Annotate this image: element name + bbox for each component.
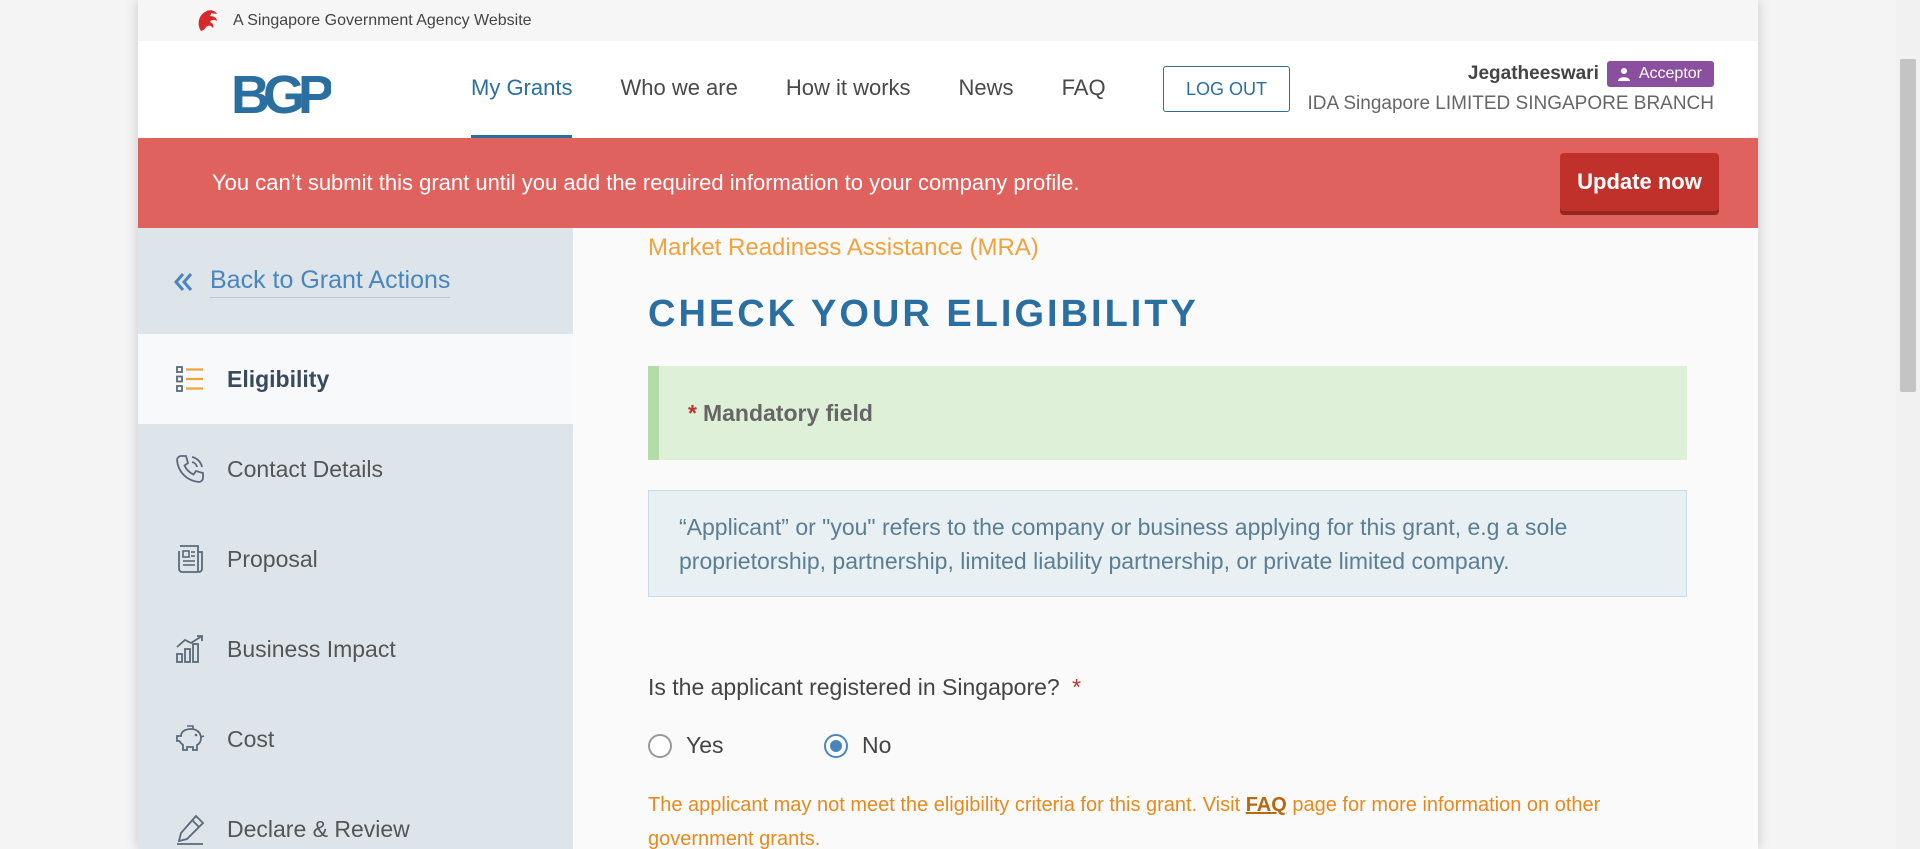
singapore-lion-icon <box>198 9 217 31</box>
bgp-logo[interactable]: BGP <box>231 67 331 119</box>
sidebar-item-cost[interactable]: Cost <box>138 694 573 784</box>
back-link-label: Back to Grant Actions <box>210 266 451 298</box>
nav-who-we-are[interactable]: Who we are <box>620 41 737 138</box>
required-asterisk: * <box>1072 674 1082 700</box>
sidebar-item-label: Declare & Review <box>227 815 410 842</box>
radio-no[interactable] <box>824 733 848 758</box>
role-label: Acceptor <box>1638 65 1702 82</box>
radio-option-yes[interactable]: Yes <box>648 732 824 759</box>
double-chevron-left-icon <box>174 273 193 291</box>
sidebar-item-business-impact[interactable]: Business Impact <box>138 604 573 694</box>
bar-chart-icon <box>176 635 203 663</box>
profile-alert: You can’t submit this grant until you ad… <box>138 138 1758 228</box>
pen-icon <box>177 814 205 845</box>
eligibility-warning: The applicant may not meet the eligibili… <box>648 788 1608 849</box>
logout-button[interactable]: LOG OUT <box>1163 66 1290 112</box>
update-now-button[interactable]: Update now <box>1560 153 1719 211</box>
mandatory-label: Mandatory field <box>702 399 873 426</box>
sidebar-item-label: Proposal <box>227 545 318 572</box>
main-nav: My Grants Who we are How it works News F… <box>471 41 1154 138</box>
page: A Singapore Government Agency Website BG… <box>138 0 1758 849</box>
radio-yes[interactable] <box>648 733 672 758</box>
radio-label-no: No <box>862 732 892 758</box>
nav-news[interactable]: News <box>959 41 1014 138</box>
sidebar-item-contact-details[interactable]: Contact Details <box>138 424 573 514</box>
sidebar-item-label: Eligibility <box>227 365 330 392</box>
grant-sidebar: Back to Grant Actions Eligibility Contac… <box>138 228 573 849</box>
user-info: Jegatheeswari Acceptor IDA Singapore LIM… <box>1307 61 1714 115</box>
page-scrollbar[interactable] <box>1896 0 1920 849</box>
site-header: BGP My Grants Who we are How it works Ne… <box>138 41 1758 139</box>
svg-text:BGP: BGP <box>231 67 331 119</box>
radio-option-no[interactable]: No <box>824 732 891 759</box>
nav-faq[interactable]: FAQ <box>1062 41 1106 138</box>
alert-message: You can’t submit this grant until you ad… <box>212 170 1080 195</box>
required-asterisk: * <box>688 399 697 426</box>
gov-masthead: A Singapore Government Agency Website <box>138 0 1758 41</box>
question-registered-in-singapore: Is the applicant registered in Singapore… <box>648 674 1087 701</box>
nav-how-it-works[interactable]: How it works <box>786 41 911 138</box>
masthead-text: A Singapore Government Agency Website <box>233 11 532 29</box>
scrollbar-thumb[interactable] <box>1900 59 1916 392</box>
list-icon <box>176 366 203 392</box>
sidebar-item-label: Contact Details <box>227 455 383 482</box>
company-name: IDA Singapore LIMITED SINGAPORE BRANCH <box>1307 93 1714 114</box>
question-text: Is the applicant registered in Singapore… <box>648 674 1060 700</box>
page-title: CHECK YOUR ELIGIBILITY <box>648 293 1199 335</box>
sidebar-item-label: Cost <box>227 725 275 752</box>
sidebar-item-proposal[interactable]: Proposal <box>138 514 573 604</box>
role-badge: Acceptor <box>1606 61 1714 87</box>
sidebar-item-label: Business Impact <box>227 635 396 662</box>
sidebar-item-eligibility[interactable]: Eligibility <box>138 334 573 424</box>
applicant-info-box: “Applicant” or "you" refers to the compa… <box>648 490 1687 597</box>
faq-link[interactable]: FAQ <box>1246 794 1287 816</box>
sidebar-item-declare-review[interactable]: Declare & Review <box>138 784 573 849</box>
nav-my-grants[interactable]: My Grants <box>471 41 573 138</box>
warning-text-start: The applicant may not meet the eligibili… <box>648 794 1246 816</box>
back-to-grant-actions-link[interactable]: Back to Grant Actions <box>172 266 451 298</box>
document-icon <box>178 545 203 573</box>
piggy-bank-icon <box>176 725 205 751</box>
radio-label-yes: Yes <box>686 732 724 758</box>
user-icon <box>1617 68 1630 81</box>
grant-subtitle: Market Readiness Assistance (MRA) <box>648 234 1039 261</box>
registered-radio-group: Yes No <box>648 732 891 759</box>
phone-icon <box>176 455 204 483</box>
user-name: Jegatheeswari <box>1467 63 1599 84</box>
mandatory-note: * Mandatory field <box>648 366 1687 460</box>
